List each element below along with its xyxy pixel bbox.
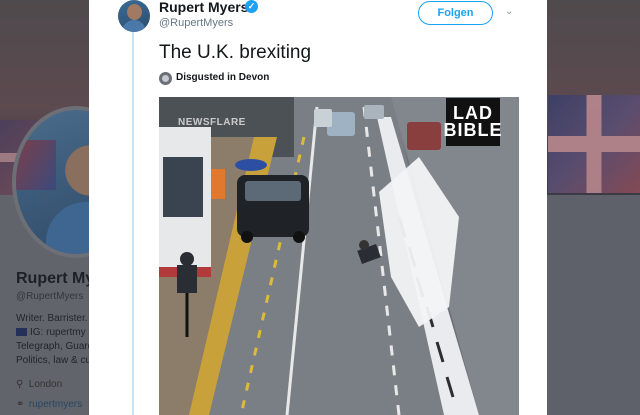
banner-flag-right [548,95,640,193]
profile-link[interactable]: ⚭ rupertmyers [16,399,82,410]
author-display-name[interactable]: Rupert Myers [159,0,248,15]
verified-badge-icon: ✓ [245,0,258,13]
thread-line [132,32,134,415]
ladbible-logo: LAD BIBLE [444,98,502,146]
profile-location: ⚲ London [16,379,63,390]
eu-flag-icon [16,328,27,336]
chevron-down-icon[interactable]: ⌄ [505,7,515,17]
tweet-place[interactable]: Disgusted in Devon [176,72,269,83]
place-icon [159,72,172,85]
profile-bio-line: Politics, law & cu [16,355,92,366]
map-pin-icon: ⚲ [16,379,24,390]
author-handle[interactable]: @RupertMyers [159,17,233,29]
profile-bio-line: IG: rupertmy [16,327,86,338]
profile-name[interactable]: Rupert My [16,270,94,288]
profile-handle: @RupertMyers [16,291,84,302]
follow-button[interactable]: Folgen [418,1,493,25]
tweet-text: The U.K. brexiting [159,42,312,63]
profile-bio-line: Writer. Barrister. [16,313,88,324]
profile-bio-line: Telegraph, Guard [16,341,94,352]
media-watermark: NEWSFLARE [178,117,246,128]
author-avatar[interactable] [118,0,150,32]
link-icon: ⚭ [16,399,25,410]
